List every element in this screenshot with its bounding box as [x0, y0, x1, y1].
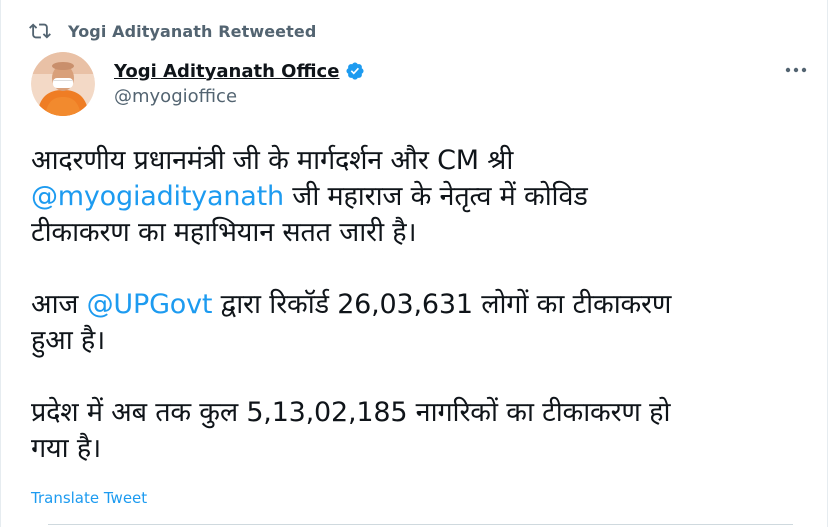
- tweet-text-line: गया है।: [31, 433, 102, 464]
- divider: [48, 524, 793, 525]
- author-name-row: Yogi Adityanath Office: [114, 58, 365, 84]
- tweet-text-line: जी महाराज के नेतृत्व में कोविड: [283, 181, 588, 212]
- more-options-icon: [785, 67, 807, 73]
- tweet-paragraph-2: आज @UPGovt द्वारा रिकॉर्ड 26,03,631 लोगो…: [31, 287, 821, 359]
- tweet-text-line: आज: [31, 289, 87, 320]
- author-display-name[interactable]: Yogi Adityanath Office: [114, 61, 339, 82]
- tweet-text-line: टीकाकरण का महाभियान सतत जारी है।: [31, 217, 417, 248]
- tweet-paragraph-3: प्रदेश में अब तक कुल 5,13,02,185 नागरिको…: [31, 395, 821, 467]
- tweet-text-line: द्वारा रिकॉर्ड 26,03,631 लोगों का टीकाकर…: [212, 289, 672, 320]
- tweet-paragraph-1: आदरणीय प्रधानमंत्री जी के मार्गदर्शन और …: [31, 143, 821, 251]
- mention-link[interactable]: @UPGovt: [87, 289, 213, 320]
- tweet-text-line: प्रदेश में अब तक कुल 5,13,02,185 नागरिको…: [31, 397, 671, 428]
- author-handle[interactable]: @myogioffice: [114, 86, 365, 107]
- retweet-header: Yogi Adityanath Retweeted: [29, 18, 316, 44]
- mention-link[interactable]: @myogiadityanath: [31, 181, 284, 212]
- tweet-text: आदरणीय प्रधानमंत्री जी के मार्गदर्शन और …: [31, 143, 821, 467]
- tweet-text-line: हुआ है।: [31, 325, 106, 356]
- retweet-label[interactable]: Yogi Adityanath Retweeted: [68, 22, 316, 41]
- more-options-button[interactable]: [781, 58, 811, 82]
- tweet-card[interactable]: Yogi Adityanath Retweeted Yogi Adityanat…: [0, 0, 828, 527]
- tweet-text-line: आदरणीय प्रधानमंत्री जी के मार्गदर्शन और …: [31, 145, 514, 176]
- verified-badge-icon: [345, 61, 365, 81]
- translate-tweet-link[interactable]: Translate Tweet: [31, 489, 147, 507]
- author-block: Yogi Adityanath Office @myogioffice: [114, 58, 365, 107]
- retweet-icon: [29, 20, 51, 42]
- avatar[interactable]: [31, 52, 95, 116]
